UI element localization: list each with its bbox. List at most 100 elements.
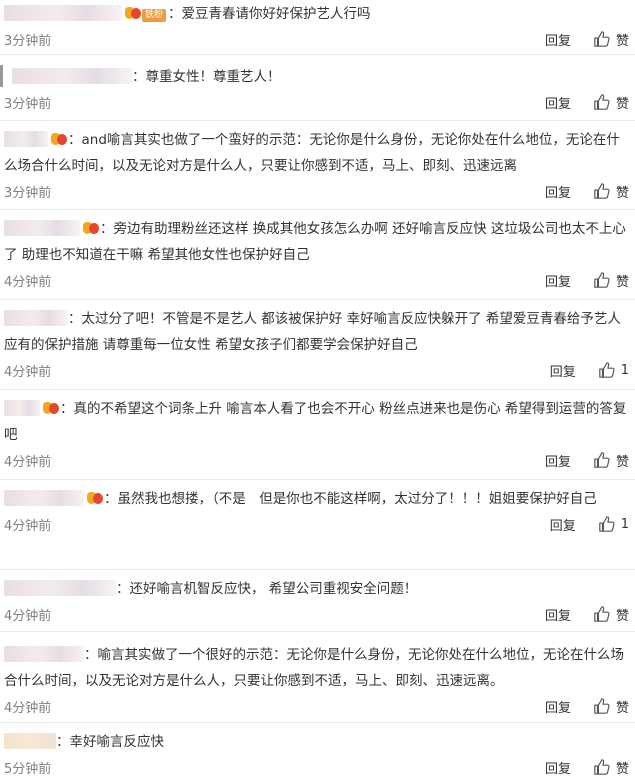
comment-body: ：真的不希望这个词条上升 喻言本人看了也会不开心 粉丝点进来也是伤心 希望得到运…	[4, 400, 627, 443]
reply-button[interactable]: 回复	[545, 451, 571, 470]
reply-button[interactable]: 回复	[545, 30, 571, 49]
comment-text: 真的不希望这个词条上升 喻言本人看了也会不开心 粉丝点进来也是伤心 希望得到运营…	[4, 401, 627, 443]
comment-text: and喻言其实也做了一个蛮好的示范：无论你是什么身份，无论你处在什么地位，无论在…	[4, 132, 620, 174]
comment-time: 4分钟前	[4, 274, 52, 290]
thumbs-up-icon	[594, 272, 610, 288]
comment-text: 喻言其实做了一个很好的示范：无论你是什么身份，无论你处在什么地位，无论在什么场合…	[4, 647, 624, 689]
reply-button[interactable]: 回复	[545, 182, 571, 201]
comment-meta: 5分钟前 回复 赞	[4, 755, 629, 779]
like-button[interactable]: 赞	[593, 451, 629, 470]
reply-button[interactable]: 回复	[545, 605, 571, 624]
username-blurred[interactable]	[12, 68, 132, 84]
like-count: 赞	[615, 700, 629, 716]
comment-meta: 3分钟前 回复 赞	[4, 90, 629, 114]
comment-text: 还好喻言机智反应快， 希望公司重视安全问题！	[129, 581, 418, 597]
comment-item: ：太过分了吧！不管是不是艺人 都该被保护好 幸好喻言反应快躲开了 希望爱豆青春给…	[0, 300, 635, 390]
reply-button[interactable]: 回复	[545, 271, 571, 290]
fan-badge-icon	[83, 221, 99, 235]
comment-item: ：幸好喻言反应快 5分钟前 回复 赞	[0, 723, 635, 783]
thumbs-up-icon	[594, 94, 610, 110]
comment-item: ：还好喻言机智反应快， 希望公司重视安全问题！ 4分钟前 回复 赞	[0, 570, 635, 632]
comment-time: 4分钟前	[4, 454, 52, 470]
comment-time: 4分钟前	[4, 364, 52, 380]
like-count: 赞	[615, 185, 629, 201]
comment-body: ：太过分了吧！不管是不是艺人 都该被保护好 幸好喻言反应快躲开了 希望爱豆青春给…	[4, 310, 621, 353]
comment-body: ：还好喻言机智反应快， 希望公司重视安全问题！	[4, 575, 629, 602]
thumbs-up-icon	[594, 759, 610, 775]
like-button[interactable]: 赞	[593, 182, 629, 201]
like-button[interactable]: 赞	[593, 697, 629, 716]
like-button[interactable]: 1	[598, 361, 629, 379]
like-button[interactable]: 赞	[593, 93, 629, 112]
comment-item: 铁粉 ：爱豆青春请你好好保护艺人行吗 3分钟前 回复 赞	[0, 0, 635, 55]
comment-time: 3分钟前	[4, 185, 52, 201]
reply-button[interactable]: 回复	[545, 758, 571, 777]
like-button[interactable]: 1	[598, 515, 629, 533]
comment-text: 幸好喻言反应快	[69, 734, 165, 750]
fan-level-tag: 铁粉	[142, 9, 167, 22]
comment-time: 4分钟前	[4, 608, 52, 624]
comment-text: 爱豆青春请你好好保护艺人行吗	[181, 6, 371, 22]
thumbs-up-icon	[594, 452, 610, 468]
like-count: 赞	[615, 454, 629, 470]
comment-meta: 4分钟前 回复 赞	[4, 694, 629, 718]
comment-body: ：虽然我也想搂，（不是 但是你也不能这样啊，太过分了！！！姐姐要保护好自己	[4, 485, 629, 512]
comment-meta: 4分钟前 回复 赞	[4, 602, 629, 626]
comment-item: ：and喻言其实也做了一个蛮好的示范：无论你是什么身份，无论你处在什么地位，无论…	[0, 121, 635, 210]
fan-badge-icon	[125, 6, 141, 20]
comment-list: 铁粉 ：爱豆青春请你好好保护艺人行吗 3分钟前 回复 赞 ：尊重女性！尊重艺人！ …	[0, 0, 635, 783]
thumbs-up-icon	[598, 516, 615, 532]
username-blurred[interactable]	[4, 400, 40, 416]
blurred-avatar-strip	[0, 65, 3, 87]
thumbs-up-icon	[594, 31, 610, 47]
comment-item: ：旁边有助理粉丝还这样 换成其他女孩怎么办啊 还好喻言反应快 这垃圾公司也太不上…	[0, 210, 635, 300]
comment-item: ：真的不希望这个词条上升 喻言本人看了也会不开心 粉丝点进来也是伤心 希望得到运…	[0, 390, 635, 480]
comment-body: ：喻言其实做了一个很好的示范：无论你是什么身份，无论你处在什么地位，无论在什么场…	[4, 646, 624, 689]
reply-button[interactable]: 回复	[550, 361, 576, 380]
like-count: 1	[620, 516, 629, 532]
comment-meta: 4分钟前 回复 1	[4, 512, 629, 536]
fan-badge-icon	[51, 132, 67, 146]
comment-text: 虽然我也想搂，（不是 但是你也不能这样啊，太过分了！！！姐姐要保护好自己	[117, 491, 597, 507]
comment-time: 3分钟前	[4, 96, 52, 112]
fan-badge-icon	[87, 491, 103, 505]
comment-item: ：尊重女性！尊重艺人！ 3分钟前 回复 赞	[0, 55, 635, 121]
username-blurred[interactable]	[4, 646, 84, 662]
like-count: 赞	[615, 761, 629, 777]
username-blurred[interactable]	[4, 580, 116, 596]
comment-text: 太过分了吧！不管是不是艺人 都该被保护好 幸好喻言反应快躲开了 希望爱豆青春给予…	[4, 311, 621, 353]
username-blurred[interactable]	[4, 490, 84, 506]
comment-meta: 4分钟前 回复 1	[4, 358, 629, 382]
comment-body: ：and喻言其实也做了一个蛮好的示范：无论你是什么身份，无论你处在什么地位，无论…	[4, 131, 620, 174]
username-blurred[interactable]	[4, 131, 48, 147]
comment-body: ：尊重女性！尊重艺人！	[4, 63, 629, 90]
like-count: 赞	[615, 274, 629, 290]
comment-body: ：幸好喻言反应快	[4, 728, 629, 755]
reply-button[interactable]: 回复	[550, 515, 576, 534]
comment-meta: 4分钟前 回复 赞	[4, 268, 629, 292]
fan-badge-icon	[43, 401, 59, 415]
comment-meta: 4分钟前 回复 赞	[4, 448, 629, 472]
like-count: 赞	[615, 96, 629, 112]
like-button[interactable]: 赞	[593, 605, 629, 624]
like-button[interactable]: 赞	[593, 271, 629, 290]
reply-button[interactable]: 回复	[545, 697, 571, 716]
comment-body: 铁粉 ：爱豆青春请你好好保护艺人行吗	[4, 0, 629, 27]
comment-meta: 3分钟前 回复 赞	[4, 179, 629, 203]
username-blurred[interactable]	[4, 220, 80, 236]
like-count: 赞	[615, 608, 629, 624]
like-button[interactable]: 赞	[593, 758, 629, 777]
thumbs-up-icon	[598, 362, 615, 378]
comment-time: 3分钟前	[4, 33, 52, 49]
like-button[interactable]: 赞	[593, 30, 629, 49]
thumbs-up-icon	[594, 183, 610, 199]
username-blurred[interactable]	[4, 5, 122, 21]
reply-button[interactable]: 回复	[545, 93, 571, 112]
username-blurred[interactable]	[4, 310, 68, 326]
username-blurred[interactable]	[4, 733, 56, 749]
comment-body: ：旁边有助理粉丝还这样 换成其他女孩怎么办啊 还好喻言反应快 这垃圾公司也太不上…	[4, 220, 626, 263]
comment-time: 4分钟前	[4, 700, 52, 716]
thumbs-up-icon	[594, 698, 610, 714]
comment-item: ：喻言其实做了一个很好的示范：无论你是什么身份，无论你处在什么地位，无论在什么场…	[0, 632, 635, 723]
thumbs-up-icon	[594, 606, 610, 622]
